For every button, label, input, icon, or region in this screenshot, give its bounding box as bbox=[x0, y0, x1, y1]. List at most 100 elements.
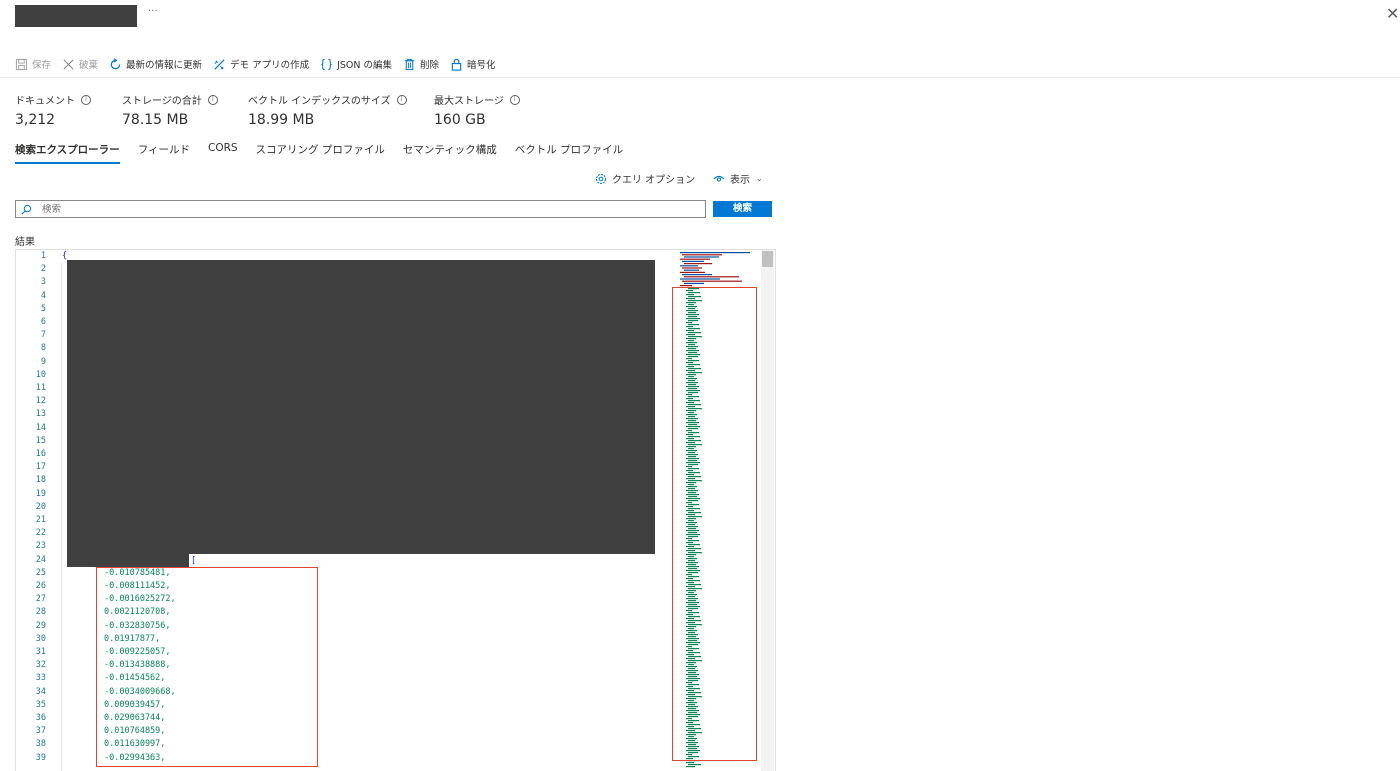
line-number: 24 bbox=[35, 554, 46, 565]
refresh-button[interactable]: 最新の情報に更新 bbox=[109, 57, 202, 71]
line-number: 32 bbox=[35, 660, 46, 671]
metric-max-storage: 最大ストレージ i 160 GB bbox=[434, 92, 520, 128]
line-number: 10 bbox=[35, 369, 46, 380]
tab-vector-profiles[interactable]: ベクトル プロファイル bbox=[515, 142, 623, 164]
line-number: 34 bbox=[35, 686, 46, 697]
query-options-label: クエリ オプション bbox=[612, 175, 696, 186]
line-number: 3 bbox=[40, 277, 46, 288]
discard-button[interactable]: 破棄 bbox=[62, 57, 98, 71]
tab-fields[interactable]: フィールド bbox=[138, 142, 190, 164]
create-demo-app-label: デモ アプリの作成 bbox=[230, 60, 310, 71]
minimap-line bbox=[682, 274, 712, 276]
create-demo-app-button[interactable]: デモ アプリの作成 bbox=[213, 57, 309, 71]
demo-app-icon bbox=[214, 58, 225, 70]
refresh-label: 最新の情報に更新 bbox=[126, 60, 203, 71]
line-number: 15 bbox=[35, 435, 46, 446]
tab-semantic-configurations[interactable]: セマンティック構成 bbox=[403, 142, 497, 164]
view-dropdown[interactable]: 表示 ⌄ bbox=[713, 171, 763, 186]
minimap-line bbox=[680, 278, 720, 280]
info-icon[interactable]: i bbox=[509, 94, 520, 105]
delete-button[interactable]: 削除 bbox=[403, 57, 439, 71]
line-number: 19 bbox=[35, 488, 46, 499]
line-number: 26 bbox=[35, 581, 46, 591]
save-label: 保存 bbox=[32, 60, 52, 71]
line-number: 8 bbox=[40, 343, 46, 354]
refresh-icon bbox=[110, 57, 121, 69]
gear-icon bbox=[595, 173, 607, 184]
line-number: 20 bbox=[35, 501, 46, 512]
info-icon[interactable]: i bbox=[81, 94, 91, 105]
edit-json-button[interactable]: JSON の編集 bbox=[320, 57, 392, 71]
line-number: 4 bbox=[40, 290, 46, 301]
save-button[interactable]: 保存 bbox=[15, 57, 51, 71]
metric-vector-index-size: ベクトル インデックスのサイズ i 18.99 MB bbox=[248, 92, 407, 128]
line-number: 28 bbox=[35, 607, 46, 618]
line-number: 21 bbox=[35, 515, 46, 525]
edit-json-label: JSON の編集 bbox=[337, 60, 393, 71]
minimap-line bbox=[684, 263, 712, 265]
discard-icon bbox=[63, 58, 74, 70]
resource-title-redacted bbox=[15, 5, 137, 27]
encrypt-label: 暗号化 bbox=[467, 60, 496, 71]
line-number: 9 bbox=[40, 356, 46, 367]
metric-documents-value: 3,212 bbox=[15, 112, 56, 128]
search-button[interactable]: 検索 bbox=[713, 201, 772, 217]
tab-scoring-profiles[interactable]: スコアリング プロファイル bbox=[256, 142, 385, 164]
line-number: 14 bbox=[35, 422, 46, 433]
metric-total-storage-label: ストレージの合計 bbox=[122, 96, 202, 107]
minimap-line bbox=[684, 282, 704, 284]
minimap-line bbox=[680, 265, 698, 267]
minimap-line bbox=[684, 276, 739, 278]
search-icon bbox=[21, 204, 32, 214]
tab-cors[interactable]: CORS bbox=[208, 142, 238, 164]
indent-guide bbox=[61, 263, 62, 771]
tab-search-explorer[interactable]: 検索エクスプローラー bbox=[15, 142, 120, 164]
results-label: 結果 bbox=[15, 237, 35, 248]
encrypt-button[interactable]: 暗号化 bbox=[450, 57, 496, 71]
minimap-line bbox=[680, 271, 705, 273]
line-number: 12 bbox=[35, 396, 46, 407]
search-input[interactable] bbox=[42, 203, 682, 215]
minimap-line bbox=[686, 766, 695, 768]
line-number: 38 bbox=[35, 739, 46, 750]
results-editor[interactable]: 1 2 3 4 5 6 7 8 9 10 11 12 13 14 15 16 17 18 19 20 21 22 23 24 2… bbox=[15, 249, 776, 771]
line-number: 13 bbox=[35, 409, 46, 420]
line-number: 25 bbox=[35, 567, 46, 578]
more-options-button[interactable]: ··· bbox=[148, 6, 158, 17]
metric-total-storage: ストレージの合計 i 78.15 MB bbox=[122, 92, 218, 128]
delete-label: 削除 bbox=[420, 60, 440, 71]
vector-highlight-box bbox=[96, 567, 318, 767]
line-number: 36 bbox=[35, 713, 46, 723]
query-options-button[interactable]: クエリ オプション bbox=[595, 171, 695, 186]
minimap-line bbox=[684, 256, 719, 258]
line-number: 23 bbox=[35, 541, 46, 552]
metric-max-storage-label: 最大ストレージ bbox=[434, 96, 504, 107]
minimap-line bbox=[682, 267, 702, 269]
line-number: 2 bbox=[40, 264, 46, 275]
line-number: 16 bbox=[35, 449, 46, 459]
minimap-line bbox=[682, 280, 742, 282]
metric-documents: ドキュメント i 3,212 bbox=[15, 92, 91, 128]
minimap-line bbox=[682, 260, 704, 262]
metric-documents-label: ドキュメント bbox=[15, 96, 75, 107]
minimap-line bbox=[682, 254, 722, 256]
info-icon[interactable]: i bbox=[207, 94, 218, 105]
close-button[interactable]: ✕ bbox=[1386, 4, 1399, 23]
minimap-line bbox=[686, 762, 694, 764]
line-number: 5 bbox=[40, 303, 46, 314]
minimap-line bbox=[688, 764, 701, 766]
line-number: 27 bbox=[35, 594, 46, 605]
minimap-line bbox=[684, 269, 699, 271]
minimap-line bbox=[680, 258, 710, 260]
eye-icon bbox=[713, 175, 725, 182]
search-box bbox=[15, 200, 706, 218]
view-label: 表示 bbox=[730, 175, 750, 186]
scrollbar-thumb[interactable] bbox=[762, 251, 773, 267]
line-number: 31 bbox=[35, 647, 46, 657]
info-icon[interactable]: i bbox=[396, 94, 407, 105]
minimap-highlight-box bbox=[672, 287, 757, 761]
line-number: 6 bbox=[40, 317, 46, 327]
line-number: 33 bbox=[35, 673, 46, 684]
line-number: 7 bbox=[40, 330, 46, 341]
vertical-scrollbar[interactable] bbox=[761, 250, 774, 771]
